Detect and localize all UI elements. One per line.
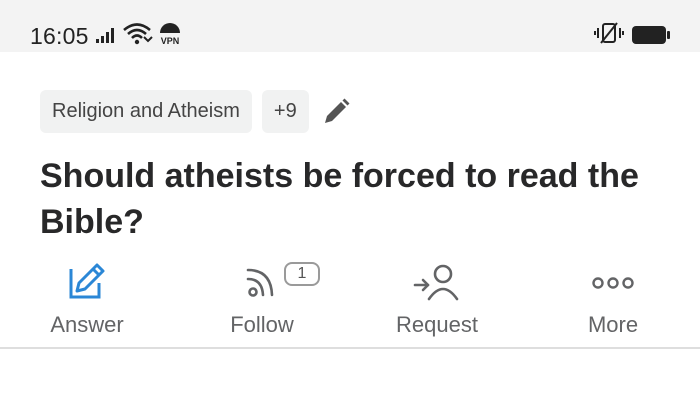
- edit-topics-button[interactable]: [319, 95, 353, 129]
- more-label: More: [587, 312, 639, 337]
- status-bar: 16:05 VPN: [0, 0, 700, 52]
- topic-chip-more[interactable]: +9: [261, 90, 309, 133]
- wifi-icon: [123, 23, 153, 45]
- vpn-icon: VPN: [160, 23, 180, 46]
- topic-more-count: +9: [273, 100, 297, 122]
- follow-count-badge: 1: [284, 262, 320, 286]
- topic-chip-label: Religion and Atheism: [52, 100, 240, 122]
- status-time: 16:05: [30, 23, 89, 49]
- request-person-icon: [413, 264, 459, 301]
- follow-feed-icon: [246, 268, 274, 297]
- pencil-icon: [324, 98, 350, 123]
- vpn-label: VPN: [161, 36, 180, 46]
- action-bar: Answer Follow Request More: [0, 258, 700, 346]
- answer-pencil-icon: [69, 263, 105, 299]
- topic-chips: Religion and Atheism +9: [40, 90, 353, 133]
- request-label: Request: [396, 312, 478, 337]
- more-button[interactable]: More: [538, 258, 688, 346]
- answer-button[interactable]: Answer: [12, 258, 162, 346]
- battery-icon: [632, 26, 670, 44]
- divider: [0, 347, 700, 349]
- more-dots-icon: [592, 277, 634, 289]
- follow-label: Follow: [230, 312, 294, 337]
- vibrate-icon: [594, 22, 624, 44]
- topic-chip-primary[interactable]: Religion and Atheism: [40, 90, 252, 133]
- signal-icon: [96, 28, 114, 43]
- question-title[interactable]: Should atheists be forced to read the Bi…: [40, 153, 680, 245]
- answer-label: Answer: [50, 312, 124, 337]
- request-button[interactable]: Request: [362, 258, 512, 346]
